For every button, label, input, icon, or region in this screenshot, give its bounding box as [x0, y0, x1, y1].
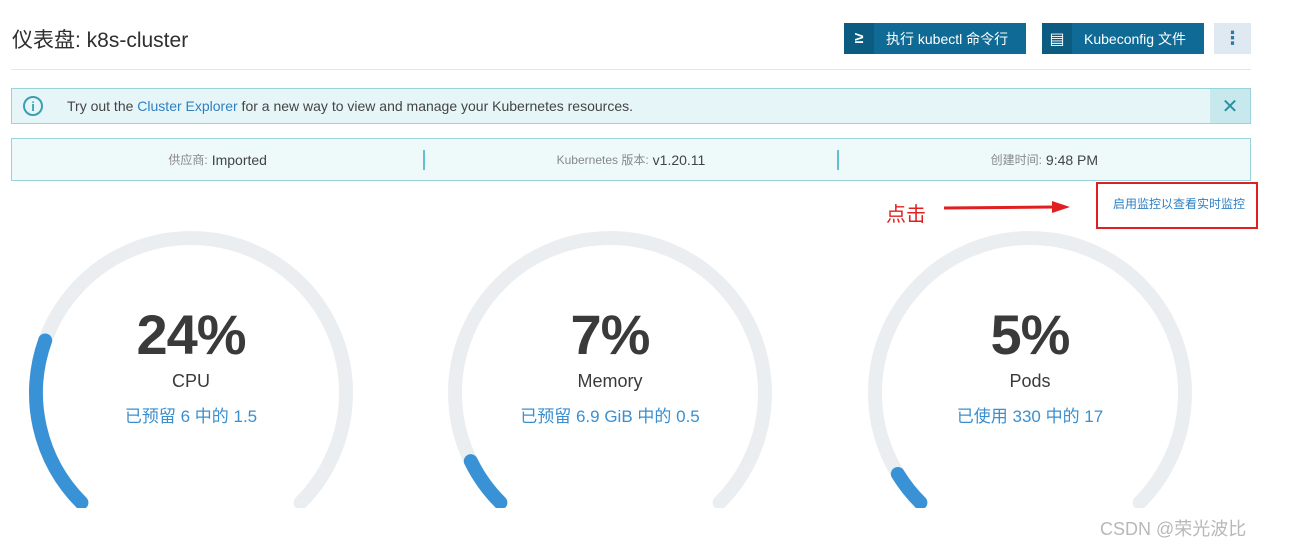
enable-monitoring-link[interactable]: 启用监控以查看实时监控: [1113, 195, 1245, 212]
created-label: 创建时间:: [990, 153, 1042, 167]
kubectl-shell-label: 执行 kubectl 命令行: [886, 30, 1009, 47]
info-icon: i: [23, 96, 43, 116]
pods-gauge-arc: [868, 231, 1192, 508]
cluster-info-bar: 供应商: Imported Kubernetes 版本: v1.20.11 创建…: [11, 138, 1251, 181]
page-title: 仪表盘: k8s-cluster: [12, 29, 189, 52]
kubeconfig-file-button[interactable]: ▤ Kubeconfig 文件: [1042, 23, 1204, 54]
pods-percent: 5%: [990, 303, 1071, 366]
version-value: v1.20.11: [652, 151, 706, 168]
annotation-arrow-icon: [943, 201, 1070, 213]
cpu-gauge-arc: [29, 231, 353, 508]
created-info: 创建时间: 9:48 PM: [839, 151, 1250, 168]
version-label: Kubernetes 版本:: [556, 153, 649, 167]
memory-label: Memory: [577, 371, 643, 391]
pods-used: 已使用 330 中的 17: [956, 407, 1104, 426]
memory-gauge: 7% Memory 已预留 6.9 GiB 中的 0.5: [445, 228, 775, 508]
more-actions-button[interactable]: ⋮: [1214, 23, 1251, 54]
memory-gauge-arc: [448, 231, 772, 508]
pods-gauge-fill: [890, 466, 928, 508]
file-icon: ▤: [1042, 23, 1072, 54]
memory-reserved: 已预留 6.9 GiB 中的 0.5: [520, 407, 700, 426]
cpu-reserved: 已预留 6 中的 1.5: [124, 407, 258, 426]
banner-message: Try out the Cluster Explorer for a new w…: [67, 98, 633, 114]
provider-value: Imported: [211, 151, 267, 168]
banner-suffix: for a new way to view and manage your Ku…: [237, 98, 633, 114]
kubectl-shell-button[interactable]: ≥ 执行 kubectl 命令行: [844, 23, 1026, 54]
cpu-gauge: 24% CPU 已预留 6 中的 1.5: [26, 228, 356, 508]
memory-gauge-fill: [463, 454, 508, 508]
banner-prefix: Try out the: [67, 98, 138, 114]
close-icon[interactable]: ✕: [1210, 89, 1250, 123]
pods-gauge: 5% Pods 已使用 330 中的 17: [865, 228, 1195, 508]
created-value: 9:48 PM: [1045, 151, 1099, 168]
cpu-label: CPU: [171, 371, 210, 391]
memory-percent: 7%: [570, 303, 651, 366]
info-banner: i Try out the Cluster Explorer for a new…: [11, 88, 1251, 124]
header-divider: [11, 69, 1251, 70]
more-vertical-icon: ⋮: [1223, 28, 1242, 48]
version-info: Kubernetes 版本: v1.20.11: [425, 151, 836, 168]
annotation-click-text: 点击: [886, 204, 926, 226]
cpu-percent: 24%: [136, 303, 246, 366]
kubeconfig-file-label: Kubeconfig 文件: [1084, 30, 1186, 47]
cluster-explorer-link[interactable]: Cluster Explorer: [137, 98, 237, 114]
pods-label: Pods: [1009, 371, 1051, 391]
provider-label: 供应商:: [168, 153, 208, 167]
terminal-icon: ≥: [844, 23, 874, 54]
provider-info: 供应商: Imported: [12, 151, 423, 168]
watermark: CSDN @荣光波比: [1100, 519, 1247, 539]
